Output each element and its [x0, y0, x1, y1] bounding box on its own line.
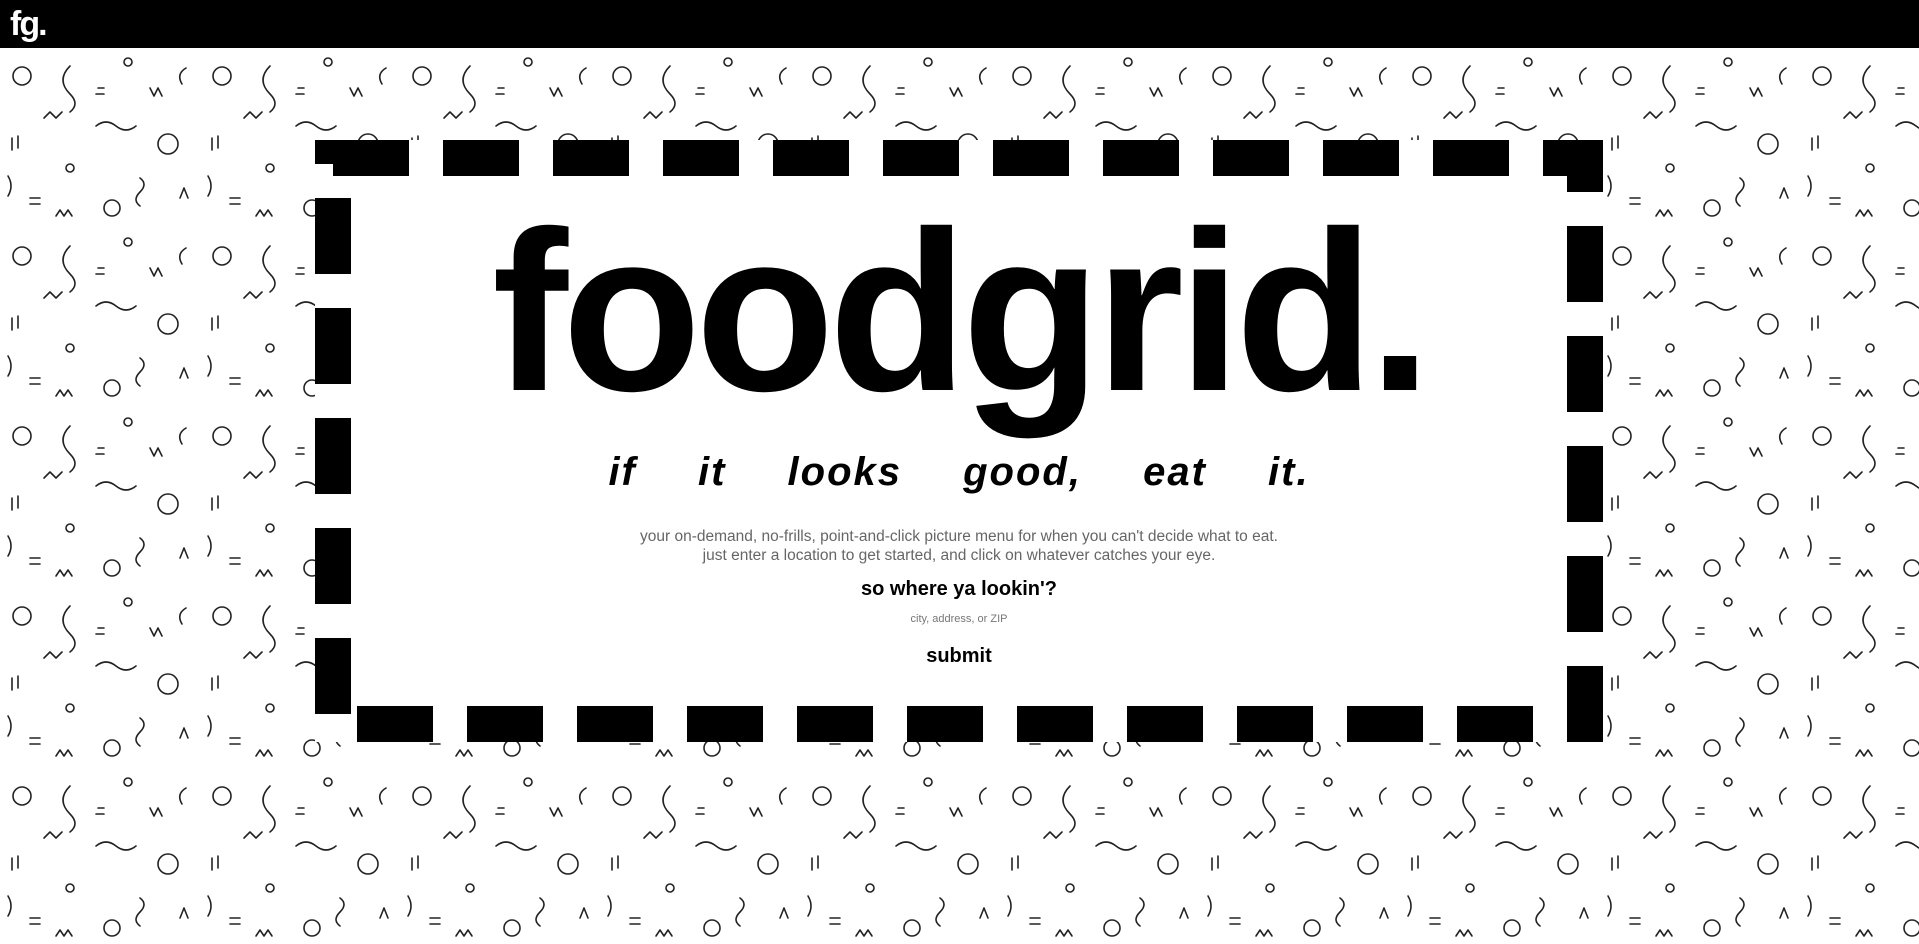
description-line-1: your on-demand, no-frills, point-and-cli…: [640, 528, 1278, 545]
logo[interactable]: fg.: [10, 4, 48, 44]
top-nav-bar: fg.: [0, 0, 1919, 48]
hero-content: foodgrid. if it looks good, eat it. your…: [315, 140, 1603, 742]
tagline: if it looks good, eat it.: [608, 450, 1310, 494]
description: your on-demand, no-frills, point-and-cli…: [315, 527, 1603, 565]
description-line-2: just enter a location to get started, an…: [702, 547, 1216, 564]
location-prompt: so where ya lookin'?: [861, 578, 1057, 600]
brand-title: foodgrid.: [492, 185, 1432, 439]
submit-button[interactable]: submit: [889, 642, 1029, 670]
location-input[interactable]: [759, 609, 1159, 629]
